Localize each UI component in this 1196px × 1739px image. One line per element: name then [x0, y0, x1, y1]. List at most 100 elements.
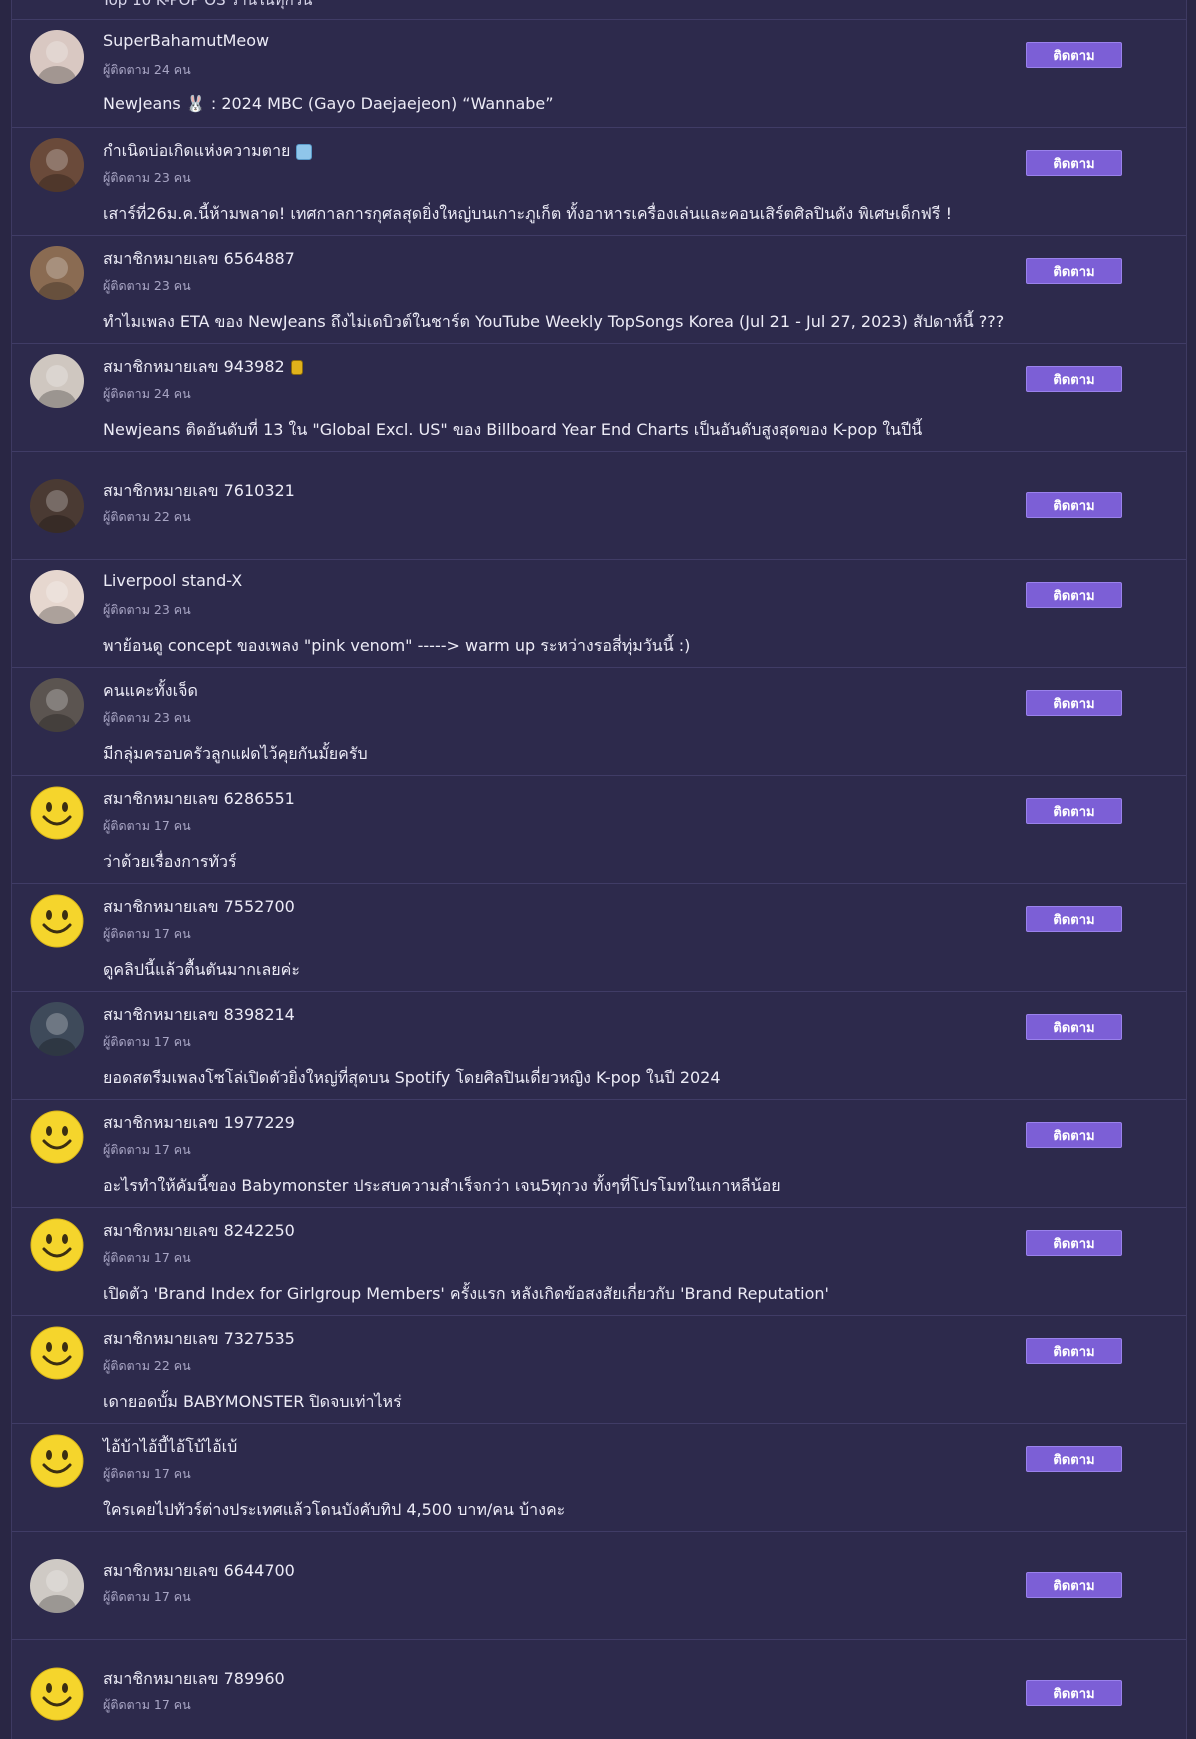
member-name-text[interactable]: สมาชิกหมายเลข 1977229 — [103, 1111, 295, 1136]
follow-button[interactable]: ติดตาม — [1026, 1446, 1122, 1472]
member-name[interactable]: สมาชิกหมายเลข 6286551 — [103, 787, 295, 812]
smiley-avatar[interactable] — [30, 1326, 84, 1380]
member-row: สมาชิกหมายเลข 6564887 ผู้ติดตาม 23 คนทำไม… — [12, 236, 1186, 344]
follow-button[interactable]: ติดตาม — [1026, 690, 1122, 716]
member-name-text[interactable]: สมาชิกหมายเลข 789960 — [103, 1667, 285, 1692]
member-name[interactable]: สมาชิกหมายเลข 7552700 — [103, 895, 295, 920]
follow-suggestion-list: Top 10 K-POP OS ร้านในทุกวัน SuperBahamu… — [11, 0, 1187, 1739]
smiley-avatar[interactable] — [30, 786, 84, 840]
member-name-text[interactable]: SuperBahamutMeow — [103, 31, 269, 50]
photo-avatar[interactable] — [30, 570, 84, 624]
follow-button[interactable]: ติดตาม — [1026, 150, 1122, 176]
photo-avatar[interactable] — [30, 479, 84, 533]
member-name-text[interactable]: สมาชิกหมายเลข 7552700 — [103, 895, 295, 920]
latest-post-link[interactable]: ใครเคยไปทัวร์ต่างประเทศแล้วโดนบังคับทิป … — [103, 1498, 565, 1523]
latest-post-link[interactable]: ดูคลิปนี้แล้วตื้นตันมากเลยค่ะ — [103, 958, 300, 983]
member-name[interactable]: สมาชิกหมายเลข 6644700 — [103, 1559, 295, 1584]
smiley-avatar[interactable] — [30, 1667, 84, 1721]
member-name-text[interactable]: สมาชิกหมายเลข 6286551 — [103, 787, 295, 812]
member-name-text[interactable]: กำเนิดบ่อเกิดแห่งความตาย — [103, 139, 290, 164]
gold-badge-icon — [290, 360, 303, 375]
latest-post-link[interactable]: เปิดตัว 'Brand Index for Girlgroup Membe… — [103, 1282, 829, 1307]
follow-button[interactable]: ติดตาม — [1026, 906, 1122, 932]
follower-count: ผู้ติดตาม 23 คน — [103, 710, 191, 725]
member-name-text[interactable]: สมาชิกหมายเลข 8242250 — [103, 1219, 295, 1244]
member-name-text[interactable]: สมาชิกหมายเลข 7327535 — [103, 1327, 295, 1352]
follower-count: ผู้ติดตาม 24 คน — [103, 386, 191, 401]
member-name[interactable]: กำเนิดบ่อเกิดแห่งความตาย — [103, 139, 313, 164]
follower-count: ผู้ติดตาม 23 คน — [103, 170, 191, 185]
follow-button[interactable]: ติดตาม — [1026, 1122, 1122, 1148]
latest-post-link[interactable]: มีกลุ่มครอบครัวลูกแฝดไว้คุยกันมั้ยครับ — [103, 742, 368, 767]
member-name[interactable]: Liverpool stand-X — [103, 571, 242, 590]
previous-post-snippet: Top 10 K-POP OS ร้านในทุกวัน — [102, 0, 313, 9]
member-row: คนแคะทั้งเจ็ดผู้ติดตาม 23 คนมีกลุ่มครอบค… — [12, 668, 1186, 776]
blue-badge-icon — [296, 143, 313, 160]
follow-button[interactable]: ติดตาม — [1026, 366, 1122, 392]
member-row: สมาชิกหมายเลข 943982 ผู้ติดตาม 24 คน Newje… — [12, 344, 1186, 452]
member-row: สมาชิกหมายเลข 8242250 ผู้ติดตาม 17 คนเปิด… — [12, 1208, 1186, 1316]
smiley-avatar[interactable] — [30, 1434, 84, 1488]
latest-post-link[interactable]: พาย้อนดู concept ของเพลง "pink venom" --… — [103, 634, 690, 659]
photo-avatar[interactable] — [30, 1002, 84, 1056]
photo-avatar[interactable] — [30, 1559, 84, 1613]
member-name[interactable]: สมาชิกหมายเลข 6564887 — [103, 247, 295, 272]
photo-avatar[interactable] — [30, 138, 84, 192]
follow-button[interactable]: ติดตาม — [1026, 1014, 1122, 1040]
member-name-text[interactable]: Liverpool stand-X — [103, 571, 242, 590]
follow-button[interactable]: ติดตาม — [1026, 1338, 1122, 1364]
photo-avatar[interactable] — [30, 30, 84, 84]
follow-button[interactable]: ติดตาม — [1026, 798, 1122, 824]
follow-button[interactable]: ติดตาม — [1026, 42, 1122, 68]
smiley-avatar[interactable] — [30, 1110, 84, 1164]
latest-post-link[interactable]: ยอดสตรีมเพลงโซโล่เปิดตัวยิ่งใหญ่ที่สุดบน… — [103, 1066, 721, 1091]
member-name[interactable]: สมาชิกหมายเลข 7327535 — [103, 1327, 295, 1352]
follower-count: ผู้ติดตาม 17 คน — [103, 1589, 191, 1604]
member-name-text[interactable]: สมาชิกหมายเลข 8398214 — [103, 1003, 295, 1028]
follow-button[interactable]: ติดตาม — [1026, 492, 1122, 518]
follower-count: ผู้ติดตาม 24 คน — [103, 62, 191, 77]
member-row: สมาชิกหมายเลข 789960 ผู้ติดตาม 17 คน ติดตา… — [12, 1640, 1186, 1739]
member-name-text[interactable]: สมาชิกหมายเลข 943982 — [103, 355, 285, 380]
follow-button[interactable]: ติดตาม — [1026, 582, 1122, 608]
latest-post-link[interactable]: อะไรทำให้คัมนี้ของ Babymonster ประสบความ… — [103, 1174, 781, 1199]
latest-post-link[interactable]: เสาร์ที่26ม.ค.นี้ห้ามพลาด! เทศกาลการกุศล… — [103, 202, 952, 227]
latest-post-link[interactable]: Newjeans ติดอันดับที่ 13 ใน "Global Excl… — [103, 418, 922, 443]
follower-count: ผู้ติดตาม 22 คน — [103, 1358, 191, 1373]
member-name-text[interactable]: คนแคะทั้งเจ็ด — [103, 679, 198, 704]
latest-post-link[interactable]: ทำไมเพลง ETA ของ NewJeans ถึงไม่เดบิวต์ใ… — [103, 310, 1004, 335]
follower-count: ผู้ติดตาม 17 คน — [103, 1142, 191, 1157]
latest-post-link[interactable]: ว่าด้วยเรื่องการทัวร์ — [103, 850, 237, 875]
member-name-text[interactable]: สมาชิกหมายเลข 7610321 — [103, 479, 295, 504]
member-name[interactable]: สมาชิกหมายเลข 1977229 — [103, 1111, 295, 1136]
follower-count: ผู้ติดตาม 23 คน — [103, 278, 191, 293]
follower-count: ผู้ติดตาม 17 คน — [103, 1250, 191, 1265]
photo-avatar[interactable] — [30, 678, 84, 732]
member-name-text[interactable]: สมาชิกหมายเลข 6564887 — [103, 247, 295, 272]
follow-button[interactable]: ติดตาม — [1026, 258, 1122, 284]
member-name[interactable]: สมาชิกหมายเลข 7610321 — [103, 479, 295, 504]
follow-button[interactable]: ติดตาม — [1026, 1680, 1122, 1706]
member-name[interactable]: SuperBahamutMeow — [103, 31, 269, 50]
smiley-avatar[interactable] — [30, 1218, 84, 1272]
follow-button[interactable]: ติดตาม — [1026, 1572, 1122, 1598]
member-name[interactable]: สมาชิกหมายเลข 789960 — [103, 1667, 285, 1692]
member-name-text[interactable]: ไอ้บ้าไอ้บี้ไอ้โบ้ไอ้เบ้ — [103, 1435, 237, 1460]
follow-button[interactable]: ติดตาม — [1026, 1230, 1122, 1256]
member-name-text[interactable]: สมาชิกหมายเลข 6644700 — [103, 1559, 295, 1584]
follower-count: ผู้ติดตาม 22 คน — [103, 509, 191, 524]
member-row: สมาชิกหมายเลข 7610321 ผู้ติดตาม 22 คน ติดต… — [12, 452, 1186, 560]
follower-count: ผู้ติดตาม 17 คน — [103, 1034, 191, 1049]
member-name[interactable]: ไอ้บ้าไอ้บี้ไอ้โบ้ไอ้เบ้ — [103, 1435, 237, 1460]
member-name[interactable]: สมาชิกหมายเลข 8398214 — [103, 1003, 295, 1028]
latest-post-link[interactable]: NewJeans 🐰 : 2024 MBC (Gayo Daejaejeon) … — [103, 94, 554, 113]
photo-avatar[interactable] — [30, 246, 84, 300]
smiley-avatar[interactable] — [30, 894, 84, 948]
member-row: SuperBahamutMeow ผู้ติดตาม 24 คน NewJeans … — [12, 20, 1186, 128]
member-name[interactable]: สมาชิกหมายเลข 943982 — [103, 355, 303, 380]
member-name[interactable]: คนแคะทั้งเจ็ด — [103, 679, 198, 704]
latest-post-link[interactable]: เดายอดบั้ม BABYMONSTER ปิดจบเท่าไหร่ — [103, 1390, 402, 1415]
member-row: กำเนิดบ่อเกิดแห่งความตายผู้ติดตาม 23 คนเ… — [12, 128, 1186, 236]
member-name[interactable]: สมาชิกหมายเลข 8242250 — [103, 1219, 295, 1244]
photo-avatar[interactable] — [30, 354, 84, 408]
